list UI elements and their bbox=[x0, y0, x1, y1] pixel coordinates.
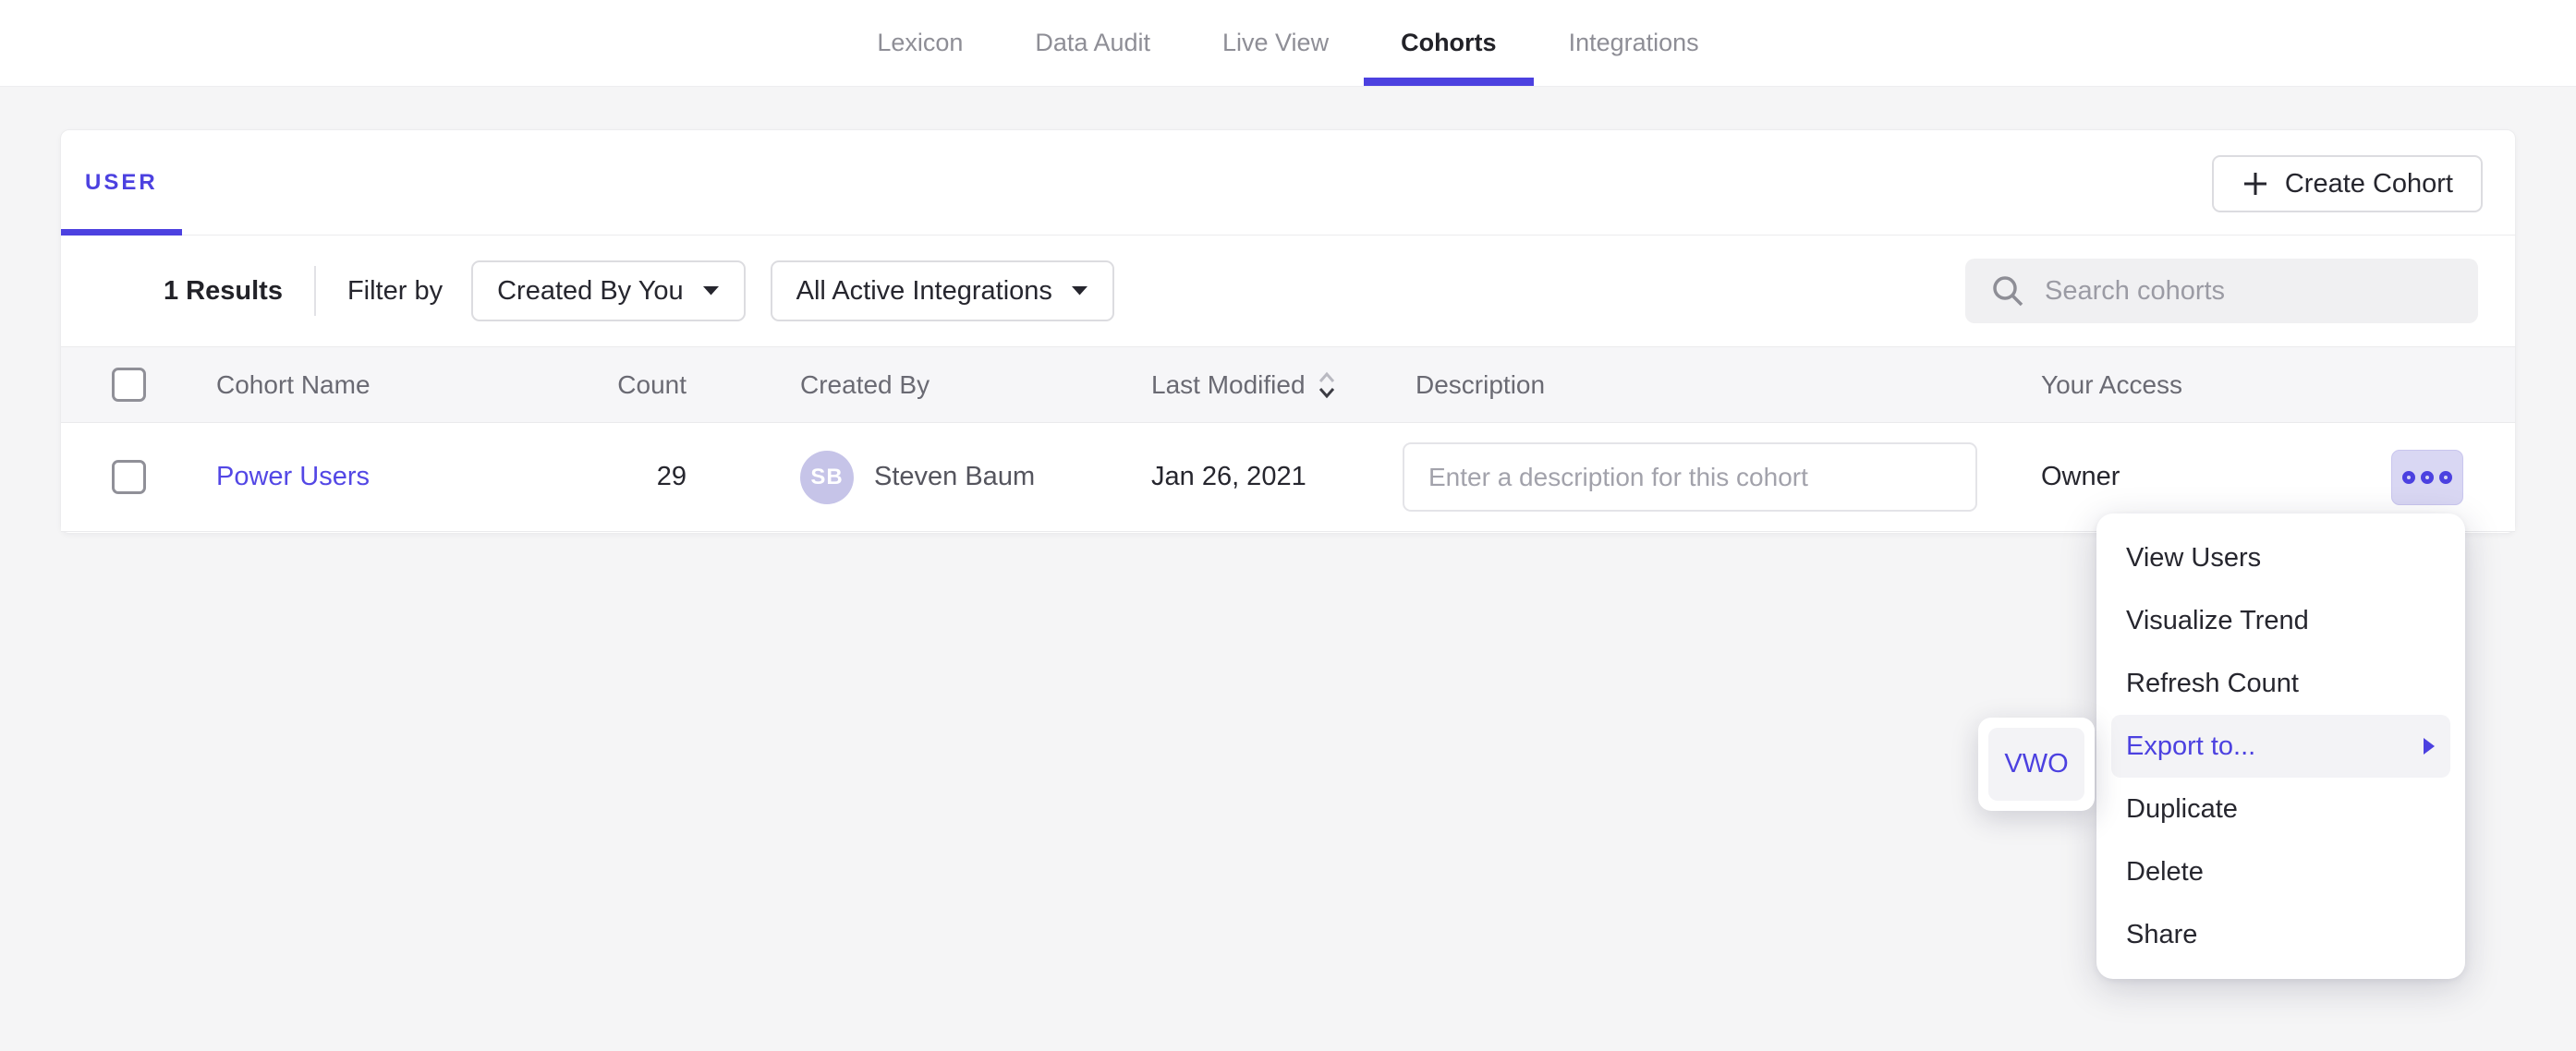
search-cohorts-input[interactable] bbox=[2045, 259, 2478, 323]
select-all-checkbox[interactable] bbox=[112, 368, 146, 402]
more-icon bbox=[2421, 471, 2434, 484]
header-created-by: Created By bbox=[800, 347, 930, 422]
nav-item-lexicon[interactable]: Lexicon bbox=[877, 0, 963, 86]
row-checkbox-cell bbox=[112, 423, 147, 531]
menu-item-refresh-count[interactable]: Refresh Count bbox=[2111, 652, 2450, 715]
avatar: SB bbox=[800, 451, 854, 504]
menu-item-delete[interactable]: Delete bbox=[2111, 840, 2450, 903]
plus-icon bbox=[2242, 170, 2269, 198]
row-checkbox[interactable] bbox=[112, 460, 146, 494]
filter-by-label: Filter by bbox=[347, 276, 443, 307]
nav-item-live-view[interactable]: Live View bbox=[1222, 0, 1329, 86]
create-cohort-label: Create Cohort bbox=[2285, 169, 2453, 199]
header-last-modified-label: Last Modified bbox=[1151, 370, 1306, 400]
created-by-filter-value: Created By You bbox=[497, 276, 684, 307]
created-by-cell: SB Steven Baum bbox=[800, 423, 1035, 531]
integrations-filter-value: All Active Integrations bbox=[796, 276, 1052, 307]
nav-item-cohorts[interactable]: Cohorts bbox=[1401, 0, 1497, 86]
nav-item-data-audit[interactable]: Data Audit bbox=[1035, 0, 1150, 86]
menu-item-export-to[interactable]: Export to... bbox=[2111, 715, 2450, 778]
header-last-modified[interactable]: Last Modified bbox=[1151, 347, 1337, 422]
caret-right-icon bbox=[2423, 737, 2436, 755]
top-nav: Lexicon Data Audit Live View Cohorts Int… bbox=[0, 0, 2576, 87]
menu-item-view-users[interactable]: View Users bbox=[2111, 526, 2450, 589]
caret-down-icon bbox=[1071, 285, 1088, 296]
header-count: Count bbox=[504, 347, 687, 422]
header-cohort-name: Cohort Name bbox=[216, 347, 371, 422]
caret-down-icon bbox=[702, 285, 720, 296]
results-count: 1 Results bbox=[164, 276, 283, 307]
table-header-row: Cohort Name Count Created By Last Modifi… bbox=[61, 346, 2515, 423]
search-cohorts-box bbox=[1965, 259, 2478, 323]
header-your-access: Your Access bbox=[2041, 347, 2182, 422]
creator-name: Steven Baum bbox=[874, 462, 1035, 492]
last-modified-value: Jan 26, 2021 bbox=[1151, 423, 1306, 531]
more-icon bbox=[2402, 471, 2415, 484]
menu-item-export-label: Export to... bbox=[2126, 731, 2255, 762]
header-description: Description bbox=[1416, 347, 1545, 422]
submenu-item-vwo[interactable]: VWO bbox=[1988, 728, 2084, 801]
nav-item-integrations[interactable]: Integrations bbox=[1569, 0, 1699, 86]
cohort-count: 29 bbox=[504, 423, 687, 531]
panel-header: USER Create Cohort bbox=[61, 130, 2515, 236]
integrations-filter-dropdown[interactable]: All Active Integrations bbox=[771, 260, 1114, 321]
menu-item-share[interactable]: Share bbox=[2111, 903, 2450, 966]
cohort-name-link[interactable]: Power Users bbox=[216, 462, 370, 492]
divider bbox=[314, 266, 316, 316]
search-icon bbox=[1989, 272, 2026, 309]
select-all-cell bbox=[112, 347, 147, 422]
row-more-button[interactable] bbox=[2391, 450, 2463, 505]
description-input[interactable] bbox=[1403, 442, 1977, 512]
create-cohort-button[interactable]: Create Cohort bbox=[2212, 155, 2483, 212]
row-actions-menu: View Users Visualize Trend Refresh Count… bbox=[2096, 513, 2465, 979]
created-by-filter-dropdown[interactable]: Created By You bbox=[471, 260, 746, 321]
export-submenu: VWO bbox=[1978, 718, 2095, 811]
more-icon bbox=[2439, 471, 2452, 484]
menu-item-visualize-trend[interactable]: Visualize Trend bbox=[2111, 589, 2450, 652]
cohorts-panel: USER Create Cohort 1 Results Filter by C… bbox=[60, 129, 2516, 534]
filter-bar: 1 Results Filter by Created By You All A… bbox=[61, 236, 2515, 346]
menu-item-duplicate[interactable]: Duplicate bbox=[2111, 778, 2450, 840]
sort-icon[interactable] bbox=[1317, 370, 1337, 400]
tab-user[interactable]: USER bbox=[61, 130, 182, 235]
